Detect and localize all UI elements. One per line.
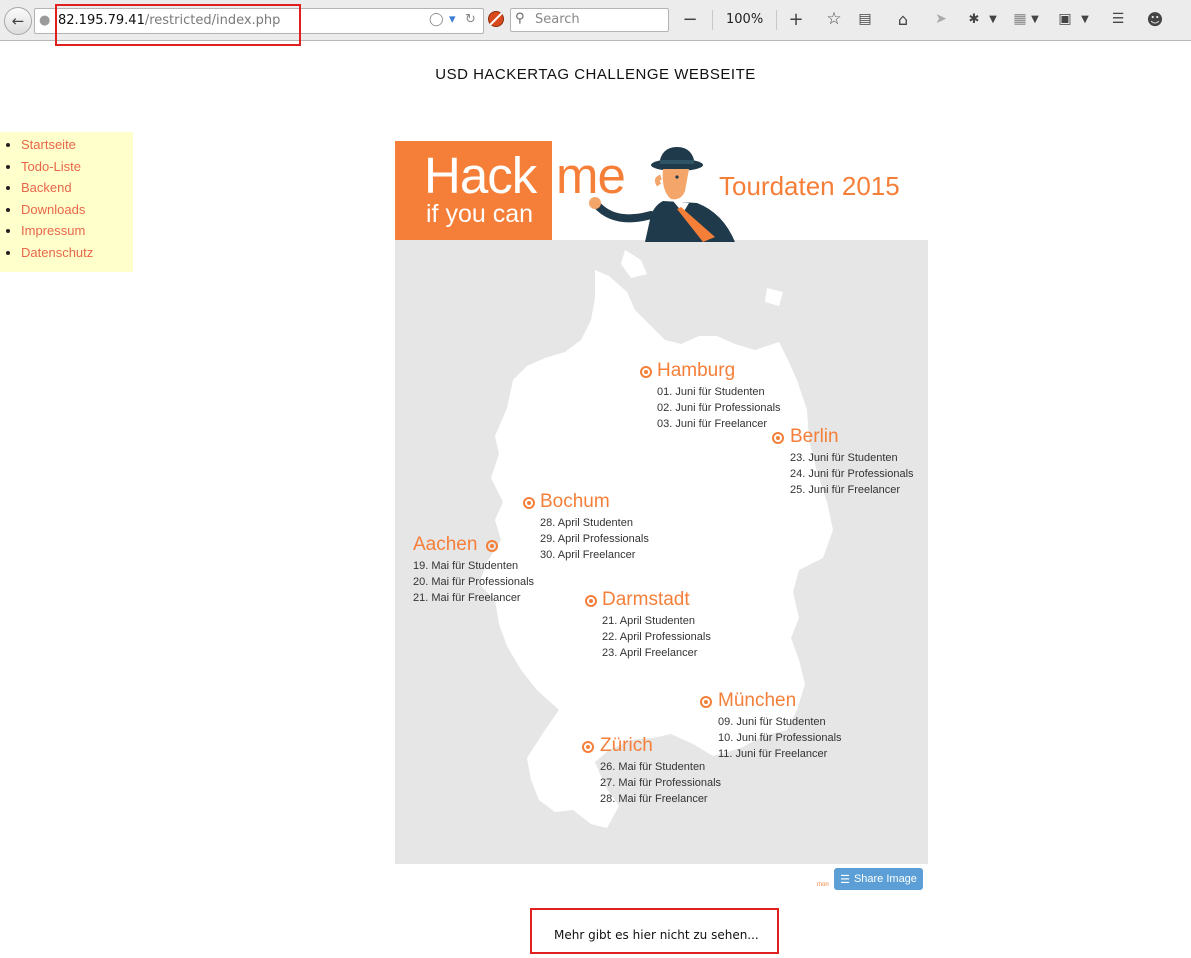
- city-name: Zürich: [600, 735, 653, 756]
- bochum-pin-icon: [523, 497, 535, 509]
- send-icon[interactable]: ➤: [931, 9, 951, 29]
- city-date: 26. Mai für Studenten: [600, 761, 706, 773]
- separator: [776, 10, 777, 30]
- city-date: 24. Juni für Professionals: [790, 468, 914, 480]
- search-input[interactable]: ⚲ Search: [510, 8, 669, 32]
- layers-icon: ☰: [840, 873, 850, 886]
- city-date: 27. Mai für Professionals: [600, 777, 722, 789]
- city-bochum: Bochum 28. April Studenten 29. April Pro…: [540, 491, 649, 563]
- hack-logo-block: Hack if you can: [395, 141, 552, 240]
- city-berlin: Berlin 23. Juni für Studenten 24. Juni f…: [790, 426, 914, 498]
- dropdown-icon[interactable]: ▾: [449, 12, 456, 27]
- zuerich-pin-icon: [582, 741, 594, 753]
- city-date: 02. Juni für Professionals: [657, 402, 781, 414]
- reload-icon[interactable]: ↻: [465, 12, 476, 27]
- city-date: 22. April Professionals: [602, 631, 711, 643]
- nav-link-impressum[interactable]: Impressum: [21, 223, 85, 238]
- page-title: USD HACKERTAG CHALLENGE WEBSEITE: [435, 66, 756, 83]
- separator: [712, 10, 713, 30]
- city-date: 19. Mai für Studenten: [413, 560, 519, 572]
- image-credit: mon: [817, 882, 829, 888]
- berlin-pin-icon: [772, 432, 784, 444]
- back-arrow-icon[interactable]: ←: [4, 7, 32, 35]
- chevron-down-icon[interactable]: ▼: [1028, 9, 1042, 29]
- if-you-can: if you can: [426, 200, 534, 228]
- city-muenchen: München 09. Juni für Studenten 10. Juni …: [718, 690, 842, 762]
- search-icon: ⚲: [515, 11, 525, 26]
- city-date: 11. Juni für Freelancer: [718, 748, 828, 760]
- zoom-level[interactable]: 100%: [726, 12, 763, 27]
- city-date: 20. Mai für Professionals: [413, 576, 535, 588]
- share-image-label: Share Image: [853, 873, 917, 885]
- nav-item-impressum: Impressum: [21, 220, 133, 242]
- city-darmstadt: Darmstadt 21. April Studenten 22. April …: [602, 589, 711, 661]
- city-date: 10. Juni für Professionals: [718, 732, 842, 744]
- grid-icon[interactable]: ▦: [1010, 9, 1030, 29]
- nav-item-datenschutz: Datenschutz: [21, 242, 133, 264]
- layers-icon[interactable]: ☰: [1108, 9, 1128, 29]
- footer-message: Mehr gibt es hier nicht zu sehen...: [554, 928, 759, 942]
- globe-icon: ●: [39, 13, 51, 28]
- city-date: 28. April Studenten: [540, 517, 633, 529]
- search-placeholder: Search: [535, 12, 580, 27]
- nav-item-startseite: Startseite: [21, 134, 133, 156]
- share-image-button[interactable]: ☰ Share Image: [834, 868, 923, 890]
- nav-item-todo-liste: Todo-Liste: [21, 156, 133, 178]
- message-highlight-box: Mehr gibt es hier nicht zu sehen...: [530, 908, 779, 954]
- bookmark-star-icon[interactable]: ☆: [824, 9, 844, 29]
- city-date: 21. Mai für Freelancer: [413, 592, 521, 604]
- city-date: 28. Mai für Freelancer: [600, 793, 708, 805]
- city-date: 23. April Freelancer: [602, 647, 698, 659]
- city-date: 25. Juni für Freelancer: [790, 484, 901, 496]
- darmstadt-pin-icon: [585, 595, 597, 607]
- city-date: 03. Juni für Freelancer: [657, 418, 768, 430]
- poster-header: Hack if you can me Tourdaten 2015: [395, 141, 928, 242]
- city-name: München: [718, 690, 797, 711]
- zoom-in-icon[interactable]: +: [786, 9, 806, 30]
- home-icon[interactable]: ⌂: [893, 9, 913, 29]
- pocket-save-icon[interactable]: ▣: [1055, 9, 1075, 29]
- hamburg-pin-icon: [640, 366, 652, 378]
- chevron-down-icon[interactable]: ▼: [1078, 9, 1092, 29]
- zoom-out-icon[interactable]: −: [680, 9, 700, 30]
- city-date: 30. April Freelancer: [540, 549, 636, 561]
- city-zuerich: Zürich 26. Mai für Studenten 27. Mai für…: [600, 735, 721, 807]
- tour-poster-image: Hack if you can me Tourdaten 2015 Hambur…: [395, 141, 928, 864]
- nav-link-todo-liste[interactable]: Todo-Liste: [21, 159, 81, 174]
- nav-link-backend[interactable]: Backend: [21, 180, 72, 195]
- bug-icon[interactable]: ✱: [964, 9, 984, 29]
- nav-item-downloads: Downloads: [21, 199, 133, 221]
- city-date: 09. Juni für Studenten: [718, 716, 826, 728]
- url-highlight-box: [55, 4, 301, 46]
- city-name: Hamburg: [657, 360, 736, 381]
- nav-item-backend: Backend: [21, 177, 133, 199]
- nav-link-startseite[interactable]: Startseite: [21, 137, 76, 152]
- city-name: Darmstadt: [602, 589, 690, 610]
- hack-word: Hack: [424, 147, 537, 204]
- muenchen-pin-icon: [700, 696, 712, 708]
- city-date: 29. April Professionals: [540, 533, 649, 545]
- city-date: 21. April Studenten: [602, 615, 695, 627]
- city-name: Aachen: [413, 534, 478, 555]
- city-name: Berlin: [790, 426, 839, 447]
- tour-title: Tourdaten 2015: [719, 171, 900, 201]
- sidebar-nav: Startseite Todo-Liste Backend Downloads …: [0, 132, 133, 272]
- nav-link-downloads[interactable]: Downloads: [21, 202, 85, 217]
- smiley-icon[interactable]: ☻: [1145, 9, 1165, 29]
- reading-list-icon[interactable]: ▤: [855, 9, 875, 29]
- pocket-icon[interactable]: ◯: [429, 12, 444, 27]
- chevron-down-icon[interactable]: ▼: [986, 9, 1000, 29]
- city-date: 23. Juni für Studenten: [790, 452, 898, 464]
- adblock-icon[interactable]: [488, 11, 504, 27]
- city-name: Bochum: [540, 491, 610, 512]
- city-hamburg: Hamburg 01. Juni für Studenten 02. Juni …: [657, 360, 781, 432]
- nav-link-datenschutz[interactable]: Datenschutz: [21, 245, 93, 260]
- city-aachen: Aachen 19. Mai für Studenten 20. Mai für…: [413, 534, 534, 606]
- city-date: 01. Juni für Studenten: [657, 386, 765, 398]
